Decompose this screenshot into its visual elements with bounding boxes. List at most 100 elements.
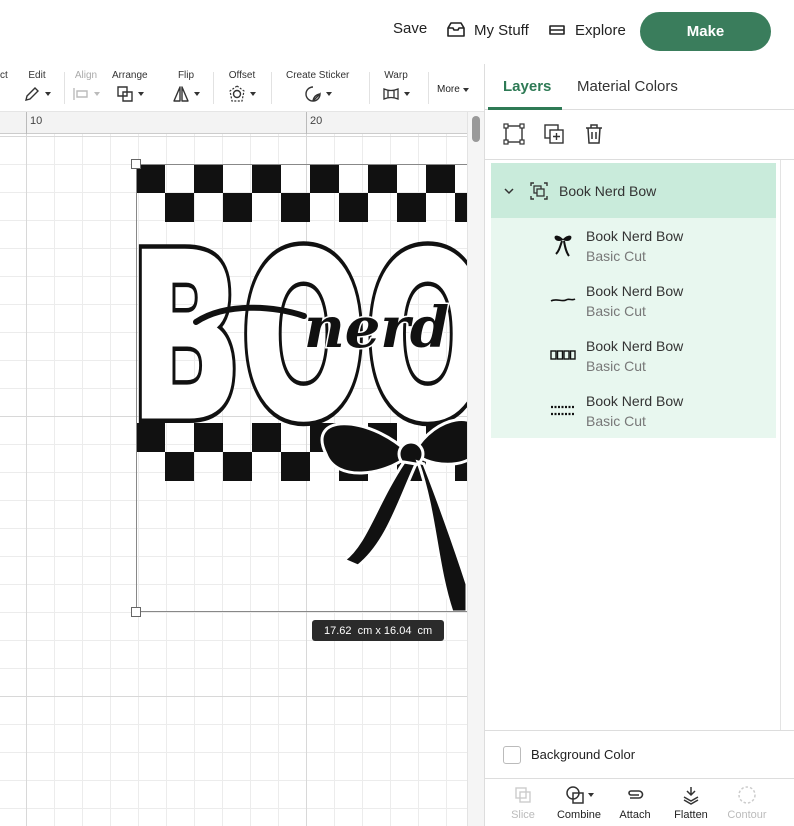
book-nerd-bow-design[interactable]: BOO BOO nerd bbox=[136, 164, 467, 612]
design-canvas[interactable]: 10 20 BOO BOO nerd 17.62 cm x 16.04 cm bbox=[0, 112, 484, 826]
chevron-down-icon bbox=[94, 92, 100, 96]
combine-icon bbox=[565, 786, 584, 804]
toolbar-divider bbox=[369, 72, 370, 104]
create-sticker-tool[interactable]: Create Sticker bbox=[286, 70, 349, 103]
background-color-row: Background Color bbox=[485, 730, 794, 778]
artwork-script-text: nerd bbox=[304, 295, 449, 361]
flatten-button[interactable]: Flatten bbox=[663, 785, 719, 821]
layers-scrollbar[interactable] bbox=[780, 160, 794, 730]
toolbar-divider bbox=[213, 72, 214, 104]
slice-button[interactable]: Slice bbox=[495, 785, 551, 821]
attach-button[interactable]: Attach bbox=[607, 785, 663, 821]
layer-name: Book Nerd Bow bbox=[586, 338, 684, 354]
layer-children: Book Nerd Bow Basic Cut Book Nerd Bow Ba… bbox=[491, 218, 776, 438]
contour-button[interactable]: Contour bbox=[719, 785, 775, 821]
layer-operation: Basic Cut bbox=[586, 358, 646, 374]
layers-panel: Layers Material Colors Book Nerd Bow Boo… bbox=[484, 64, 794, 826]
layer-name: Book Nerd Bow bbox=[586, 228, 684, 244]
duplicate-icon[interactable] bbox=[542, 122, 566, 146]
sticker-icon bbox=[304, 86, 321, 102]
more-label: More bbox=[437, 84, 460, 95]
toolbar-divider bbox=[271, 72, 272, 104]
group-name: Book Nerd Bow bbox=[559, 182, 657, 199]
arrange-icon bbox=[117, 86, 133, 102]
my-stuff-button[interactable]: My Stuff bbox=[446, 20, 529, 40]
inbox-icon bbox=[447, 22, 465, 37]
align-tool[interactable]: Align bbox=[72, 70, 100, 103]
align-tool-label: Align bbox=[74, 70, 98, 81]
canvas-vertical-scrollbar[interactable] bbox=[467, 112, 484, 826]
contour-label: Contour bbox=[727, 809, 767, 821]
background-color-checkbox[interactable] bbox=[503, 745, 521, 764]
tab-material-colors[interactable]: Material Colors bbox=[577, 78, 678, 95]
edit-toolbar: ct Edit Align Arrange Flip Offset Create… bbox=[0, 64, 484, 112]
flatten-icon bbox=[683, 787, 699, 805]
bow-thumbnail-icon bbox=[549, 232, 577, 258]
make-button[interactable]: Make bbox=[640, 12, 771, 51]
edit-tool[interactable]: Edit bbox=[23, 70, 51, 103]
layer-item[interactable]: Book Nerd Bow Basic Cut bbox=[491, 273, 776, 328]
warp-tool[interactable]: Warp bbox=[382, 70, 410, 103]
warp-icon bbox=[383, 88, 399, 100]
edit-tool-label: Edit bbox=[28, 70, 46, 81]
chevron-down-icon bbox=[462, 87, 469, 92]
resize-handle-top-left[interactable] bbox=[131, 159, 141, 169]
ruler-label: 10 bbox=[30, 115, 43, 127]
bow-graphic bbox=[320, 418, 467, 612]
trash-icon[interactable] bbox=[582, 122, 606, 146]
select-tool[interactable]: ct bbox=[0, 70, 8, 81]
pencil-icon bbox=[25, 87, 39, 101]
book-text-thumbnail-icon bbox=[549, 342, 577, 368]
explore-icon bbox=[549, 25, 565, 35]
slice-label: Slice bbox=[511, 809, 535, 821]
chevron-down-icon[interactable] bbox=[503, 185, 515, 197]
save-label: Save bbox=[393, 20, 428, 37]
layer-operation: Basic Cut bbox=[586, 303, 646, 319]
chevron-down-icon bbox=[404, 92, 410, 96]
paperclip-icon bbox=[628, 790, 644, 799]
checker-thumbnail-icon bbox=[549, 397, 577, 423]
layer-item[interactable]: Book Nerd Bow Basic Cut bbox=[491, 383, 776, 438]
offset-tool[interactable]: Offset bbox=[228, 70, 256, 103]
scrollbar-thumb[interactable] bbox=[472, 116, 480, 142]
tab-layers[interactable]: Layers bbox=[503, 78, 551, 95]
select-tool-label: ct bbox=[0, 70, 8, 81]
align-icon bbox=[73, 88, 88, 100]
layer-actions-bar: Slice Combine Attach Flatten Contour bbox=[485, 778, 794, 826]
save-button[interactable]: Save bbox=[393, 20, 427, 37]
explore-button[interactable]: Explore bbox=[547, 20, 626, 40]
group-icon[interactable] bbox=[502, 122, 526, 146]
combine-label: Combine bbox=[556, 809, 602, 821]
my-stuff-label: My Stuff bbox=[474, 21, 529, 39]
chevron-down-icon bbox=[45, 92, 51, 96]
background-color-label: Background Color bbox=[531, 747, 636, 762]
top-header: Save My Stuff Explore Make bbox=[0, 0, 794, 64]
offset-icon bbox=[229, 85, 245, 102]
chevron-down-icon bbox=[137, 92, 144, 96]
combine-button[interactable]: Combine bbox=[551, 785, 607, 821]
toolbar-divider bbox=[428, 72, 429, 104]
layer-group-row[interactable]: Book Nerd Bow bbox=[491, 163, 776, 218]
resize-handle-bottom-left[interactable] bbox=[131, 607, 141, 617]
layer-operation: Basic Cut bbox=[586, 413, 646, 429]
ruler-tick bbox=[26, 112, 27, 134]
script-thumbnail-icon bbox=[549, 287, 577, 313]
layer-item[interactable]: Book Nerd Bow Basic Cut bbox=[491, 328, 776, 383]
layer-tools bbox=[485, 110, 794, 160]
arrange-tool[interactable]: Arrange bbox=[112, 70, 148, 103]
flip-tool-label: Flip bbox=[177, 70, 195, 81]
more-menu-button[interactable]: More bbox=[437, 84, 469, 95]
flip-tool[interactable]: Flip bbox=[172, 70, 200, 103]
ruler-label: 20 bbox=[310, 115, 323, 127]
layer-item[interactable]: Book Nerd Bow Basic Cut bbox=[491, 218, 776, 273]
flip-icon bbox=[173, 86, 189, 102]
warp-tool-label: Warp bbox=[384, 70, 408, 81]
layer-name: Book Nerd Bow bbox=[586, 283, 684, 299]
layer-name: Book Nerd Bow bbox=[586, 393, 684, 409]
dimension-badge: 17.62 cm x 16.04 cm bbox=[312, 620, 445, 641]
chevron-down-icon bbox=[587, 793, 594, 797]
panel-tabs: Layers Material Colors bbox=[485, 64, 794, 110]
flatten-label: Flatten bbox=[674, 809, 708, 821]
chevron-down-icon bbox=[194, 92, 200, 96]
explore-label: Explore bbox=[575, 21, 626, 39]
